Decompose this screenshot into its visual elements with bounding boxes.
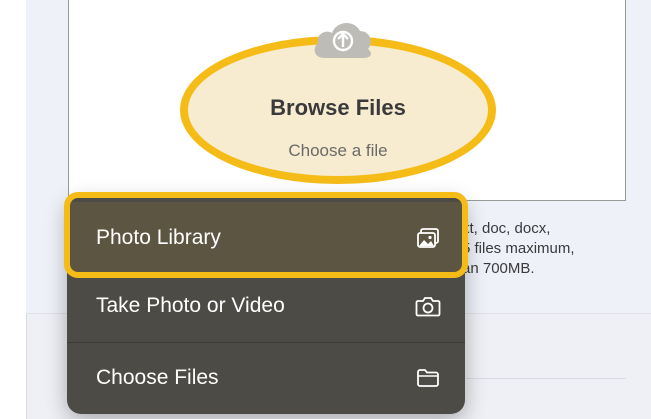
menu-item-label: Take Photo or Video (96, 294, 285, 317)
menu-item-label: Choose Files (96, 366, 219, 389)
menu-item-photo-library[interactable]: Photo Library (67, 202, 465, 274)
file-source-menu: Photo Library Take Photo or Video Choose… (67, 196, 465, 414)
info-line-3: an 700MB. (462, 260, 535, 277)
photo-library-icon (415, 226, 441, 250)
camera-icon (415, 294, 441, 318)
menu-item-take-photo[interactable]: Take Photo or Video (67, 270, 465, 342)
left-edge (0, 0, 27, 419)
info-line-2: 5 files maximum, (462, 240, 575, 257)
cloud-upload-icon[interactable] (310, 14, 376, 62)
info-line-1: xt, doc, docx, (462, 220, 551, 237)
menu-item-label: Photo Library (96, 226, 221, 249)
browse-files-title[interactable]: Browse Files (180, 95, 496, 121)
choose-file-subtitle[interactable]: Choose a file (180, 141, 496, 161)
divider (466, 378, 626, 379)
menu-item-choose-files[interactable]: Choose Files (67, 342, 465, 414)
upload-info-text: xt, doc, docx, 5 files maximum, an 700MB… (462, 219, 642, 279)
folder-icon (415, 366, 441, 390)
